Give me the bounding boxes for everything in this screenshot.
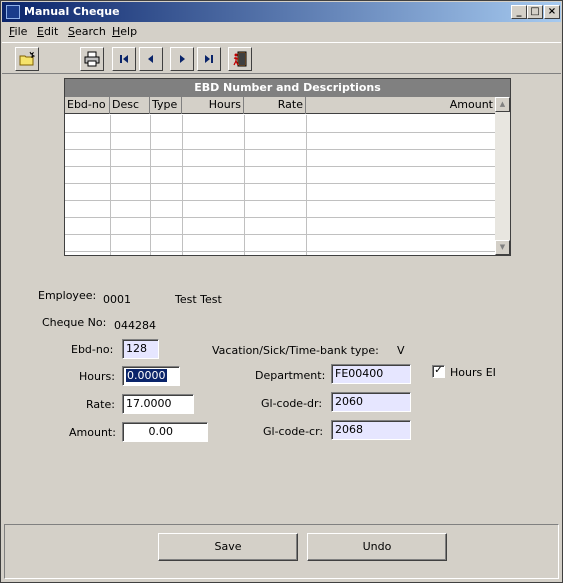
print-icon bbox=[84, 51, 100, 67]
scroll-up-icon[interactable]: ▲ bbox=[495, 97, 510, 112]
column-header-rate[interactable]: Rate bbox=[244, 97, 306, 114]
scroll-down-icon[interactable]: ▼ bbox=[495, 240, 510, 255]
window-title: Manual Cheque bbox=[24, 5, 120, 18]
previous-record-icon bbox=[148, 55, 153, 63]
grid-body[interactable] bbox=[65, 115, 495, 255]
app-icon bbox=[6, 5, 20, 19]
first-record-button[interactable] bbox=[112, 47, 136, 71]
save-button[interactable]: Save bbox=[158, 533, 298, 561]
column-header-hours[interactable]: Hours bbox=[182, 97, 244, 114]
exit-door-icon bbox=[233, 51, 247, 67]
toolbar bbox=[2, 42, 561, 74]
menu-help[interactable]: Help bbox=[112, 25, 137, 38]
column-header-desc[interactable]: Desc bbox=[110, 97, 150, 114]
hours-ei-checkbox[interactable]: ✓ bbox=[432, 365, 445, 378]
minimize-button[interactable]: _ bbox=[511, 5, 527, 19]
rate-label: Rate: bbox=[86, 398, 115, 411]
menu-edit[interactable]: Edit bbox=[37, 25, 58, 38]
open-folder-icon bbox=[19, 51, 35, 66]
cheque-no-label: Cheque No: bbox=[42, 316, 107, 329]
employee-label: Employee: bbox=[38, 289, 97, 302]
column-header-amount[interactable]: Amount bbox=[306, 97, 495, 114]
amount-label: Amount: bbox=[69, 426, 116, 439]
manual-cheque-window: Manual Cheque _ □ × File Edit Search Hel… bbox=[0, 0, 563, 583]
close-button[interactable]: × bbox=[544, 5, 560, 19]
hours-value: 0.0000 bbox=[126, 369, 167, 382]
gl-code-cr-field[interactable]: 2068 bbox=[331, 420, 411, 440]
grid-caption: EBD Number and Descriptions bbox=[65, 79, 510, 97]
title-bar[interactable]: Manual Cheque _ □ × bbox=[2, 2, 561, 22]
amount-field[interactable]: 0.00 bbox=[122, 422, 208, 442]
hours-field[interactable]: 0.0000 bbox=[122, 366, 180, 386]
department-label: Department: bbox=[255, 369, 326, 382]
last-record-button[interactable] bbox=[197, 47, 221, 71]
gl-code-dr-field[interactable]: 2060 bbox=[331, 392, 411, 412]
menu-file[interactable]: File bbox=[9, 25, 27, 38]
print-button[interactable] bbox=[80, 47, 104, 71]
menu-search[interactable]: Search bbox=[68, 25, 106, 38]
grid-vertical-scrollbar[interactable]: ▲ ▼ bbox=[495, 97, 510, 255]
hours-label: Hours: bbox=[79, 370, 115, 383]
last-record-icon bbox=[205, 55, 213, 63]
gl-code-dr-label: Gl-code-dr: bbox=[261, 397, 323, 410]
vacation-type-label: Vacation/Sick/Time-bank type: bbox=[212, 344, 379, 357]
next-record-icon bbox=[180, 55, 185, 63]
gl-code-cr-label: Gl-code-cr: bbox=[263, 425, 324, 438]
employee-name: Test Test bbox=[175, 293, 222, 306]
rate-field[interactable]: 17.0000 bbox=[122, 394, 194, 414]
column-header-type[interactable]: Type bbox=[150, 97, 182, 114]
previous-record-button[interactable] bbox=[139, 47, 163, 71]
ebd-no-field[interactable]: 128 bbox=[122, 339, 159, 359]
column-header-ebd-no[interactable]: Ebd-no bbox=[65, 97, 110, 114]
undo-button[interactable]: Undo bbox=[307, 533, 447, 561]
department-field[interactable]: FE00400 bbox=[331, 364, 411, 384]
maximize-button[interactable]: □ bbox=[527, 5, 543, 19]
cheque-no-value: 044284 bbox=[114, 319, 156, 332]
grid-header: Ebd-no Desc Type Hours Rate Amount bbox=[65, 97, 495, 114]
menu-bar: File Edit Search Help bbox=[2, 23, 561, 41]
ebd-grid[interactable]: EBD Number and Descriptions Ebd-no Desc … bbox=[64, 78, 511, 256]
first-record-icon bbox=[120, 55, 128, 63]
hours-ei-label[interactable]: Hours EI bbox=[450, 366, 496, 379]
open-button[interactable] bbox=[15, 47, 39, 71]
exit-button[interactable] bbox=[228, 47, 252, 71]
employee-number: 0001 bbox=[103, 293, 131, 306]
ebd-no-label: Ebd-no: bbox=[71, 343, 114, 356]
vacation-type-value: V bbox=[397, 344, 405, 357]
next-record-button[interactable] bbox=[170, 47, 194, 71]
